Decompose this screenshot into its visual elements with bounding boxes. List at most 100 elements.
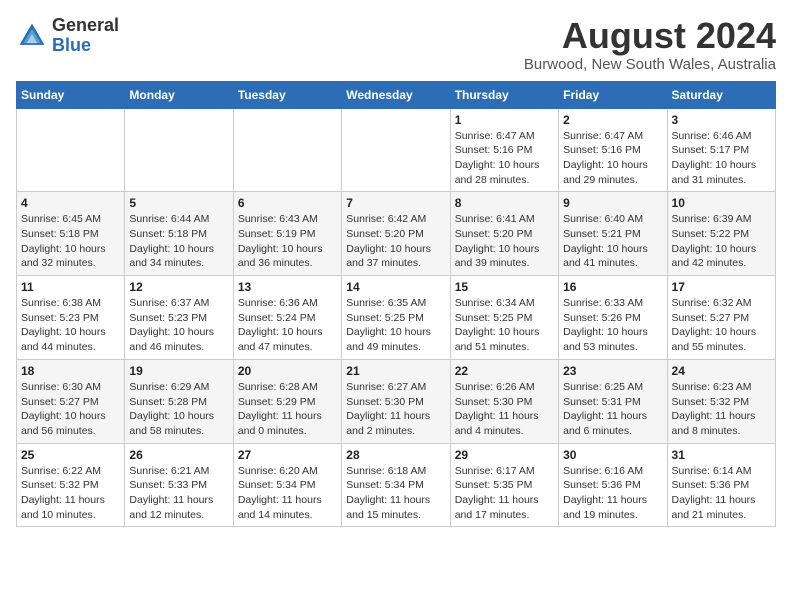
day-number: 7 [346,196,445,210]
day-number: 2 [563,113,662,127]
calendar-cell [342,108,450,192]
calendar-cell: 22 Sunrise: 6:26 AM Sunset: 5:30 PM Dayli… [450,359,558,443]
day-number: 10 [672,196,771,210]
calendar-week-3: 11 Sunrise: 6:38 AM Sunset: 5:23 PM Dayli… [17,276,776,360]
calendar-cell: 8 Sunrise: 6:41 AM Sunset: 5:20 PM Daylig… [450,192,558,276]
calendar-table: SundayMondayTuesdayWednesdayThursdayFrid… [16,81,776,528]
calendar-cell: 9Sunrise: 6:40 AM Sunset: 5:21 PM Daylig… [559,192,667,276]
day-info: Sunrise: 6:16 AM Sunset: 5:36 PM Dayligh… [563,464,662,523]
day-number: 29 [455,448,554,462]
day-info: Sunrise: 6:46 AM Sunset: 5:17 PM Dayligh… [672,129,771,188]
day-info: Sunrise: 6:21 AM Sunset: 5:33 PM Dayligh… [129,464,228,523]
weekday-header-monday: Monday [125,81,233,108]
day-number: 25 [21,448,120,462]
calendar-cell: 30 Sunrise: 6:16 AM Sunset: 5:36 PM Dayli… [559,443,667,527]
day-number: 11 [21,280,120,294]
calendar-cell: 1 Sunrise: 6:47 AM Sunset: 5:16 PM Daylig… [450,108,558,192]
day-number: 21 [346,364,445,378]
day-number: 31 [672,448,771,462]
calendar-cell [17,108,125,192]
day-info: Sunrise: 6:41 AM Sunset: 5:20 PM Dayligh… [455,212,554,271]
month-year: August 2024 [524,16,776,56]
day-number: 17 [672,280,771,294]
calendar-cell: 10 Sunrise: 6:39 AM Sunset: 5:22 PM Dayli… [667,192,775,276]
calendar-cell: 20 Sunrise: 6:28 AM Sunset: 5:29 PM Dayli… [233,359,341,443]
day-info: Sunrise: 6:22 AM Sunset: 5:32 PM Dayligh… [21,464,120,523]
day-number: 22 [455,364,554,378]
calendar-cell: 31Sunrise: 6:14 AM Sunset: 5:36 PM Dayli… [667,443,775,527]
day-info: Sunrise: 6:36 AM Sunset: 5:24 PM Dayligh… [238,296,337,355]
weekday-header-thursday: Thursday [450,81,558,108]
calendar-cell: 7Sunrise: 6:42 AM Sunset: 5:20 PM Daylig… [342,192,450,276]
day-number: 16 [563,280,662,294]
calendar-cell: 5Sunrise: 6:44 AM Sunset: 5:18 PM Daylig… [125,192,233,276]
calendar-cell: 18 Sunrise: 6:30 AM Sunset: 5:27 PM Dayli… [17,359,125,443]
calendar-cell: 19 Sunrise: 6:29 AM Sunset: 5:28 PM Dayli… [125,359,233,443]
day-number: 19 [129,364,228,378]
day-number: 28 [346,448,445,462]
day-number: 30 [563,448,662,462]
day-number: 8 [455,196,554,210]
calendar-cell: 28 Sunrise: 6:18 AM Sunset: 5:34 PM Dayli… [342,443,450,527]
calendar-cell: 2 Sunrise: 6:47 AM Sunset: 5:16 PM Daylig… [559,108,667,192]
day-info: Sunrise: 6:25 AM Sunset: 5:31 PM Dayligh… [563,380,662,439]
day-number: 13 [238,280,337,294]
day-info: Sunrise: 6:30 AM Sunset: 5:27 PM Dayligh… [21,380,120,439]
calendar-cell: 12Sunrise: 6:37 AM Sunset: 5:23 PM Dayli… [125,276,233,360]
day-info: Sunrise: 6:37 AM Sunset: 5:23 PM Dayligh… [129,296,228,355]
weekday-header-row: SundayMondayTuesdayWednesdayThursdayFrid… [17,81,776,108]
day-number: 20 [238,364,337,378]
calendar-cell: 3 Sunrise: 6:46 AM Sunset: 5:17 PM Daylig… [667,108,775,192]
location: Burwood, New South Wales, Australia [524,56,776,73]
calendar-cell: 26 Sunrise: 6:21 AM Sunset: 5:33 PM Dayli… [125,443,233,527]
day-info: Sunrise: 6:35 AM Sunset: 5:25 PM Dayligh… [346,296,445,355]
day-number: 1 [455,113,554,127]
title-block: August 2024 Burwood, New South Wales, Au… [524,16,776,73]
day-info: Sunrise: 6:18 AM Sunset: 5:34 PM Dayligh… [346,464,445,523]
day-number: 6 [238,196,337,210]
calendar-cell: 17Sunrise: 6:32 AM Sunset: 5:27 PM Dayli… [667,276,775,360]
day-info: Sunrise: 6:26 AM Sunset: 5:30 PM Dayligh… [455,380,554,439]
calendar-cell: 27 Sunrise: 6:20 AM Sunset: 5:34 PM Dayli… [233,443,341,527]
day-number: 3 [672,113,771,127]
day-number: 4 [21,196,120,210]
day-info: Sunrise: 6:23 AM Sunset: 5:32 PM Dayligh… [672,380,771,439]
calendar-cell: 4Sunrise: 6:45 AM Sunset: 5:18 PM Daylig… [17,192,125,276]
day-info: Sunrise: 6:47 AM Sunset: 5:16 PM Dayligh… [563,129,662,188]
calendar-cell: 21 Sunrise: 6:27 AM Sunset: 5:30 PM Dayli… [342,359,450,443]
weekday-header-sunday: Sunday [17,81,125,108]
logo-text: General Blue [52,16,119,56]
day-number: 5 [129,196,228,210]
weekday-header-wednesday: Wednesday [342,81,450,108]
day-info: Sunrise: 6:38 AM Sunset: 5:23 PM Dayligh… [21,296,120,355]
day-number: 26 [129,448,228,462]
calendar-cell [233,108,341,192]
calendar-week-2: 4Sunrise: 6:45 AM Sunset: 5:18 PM Daylig… [17,192,776,276]
day-info: Sunrise: 6:20 AM Sunset: 5:34 PM Dayligh… [238,464,337,523]
day-number: 27 [238,448,337,462]
day-info: Sunrise: 6:34 AM Sunset: 5:25 PM Dayligh… [455,296,554,355]
calendar-cell: 23 Sunrise: 6:25 AM Sunset: 5:31 PM Dayli… [559,359,667,443]
day-info: Sunrise: 6:28 AM Sunset: 5:29 PM Dayligh… [238,380,337,439]
calendar-cell [125,108,233,192]
day-number: 18 [21,364,120,378]
calendar-week-5: 25 Sunrise: 6:22 AM Sunset: 5:32 PM Dayli… [17,443,776,527]
day-info: Sunrise: 6:47 AM Sunset: 5:16 PM Dayligh… [455,129,554,188]
day-info: Sunrise: 6:29 AM Sunset: 5:28 PM Dayligh… [129,380,228,439]
day-info: Sunrise: 6:40 AM Sunset: 5:21 PM Dayligh… [563,212,662,271]
page-header: General Blue August 2024 Burwood, New So… [16,16,776,73]
day-info: Sunrise: 6:39 AM Sunset: 5:22 PM Dayligh… [672,212,771,271]
day-info: Sunrise: 6:33 AM Sunset: 5:26 PM Dayligh… [563,296,662,355]
calendar-cell: 25 Sunrise: 6:22 AM Sunset: 5:32 PM Dayli… [17,443,125,527]
day-number: 14 [346,280,445,294]
day-info: Sunrise: 6:27 AM Sunset: 5:30 PM Dayligh… [346,380,445,439]
weekday-header-tuesday: Tuesday [233,81,341,108]
calendar-cell: 14 Sunrise: 6:35 AM Sunset: 5:25 PM Dayli… [342,276,450,360]
day-number: 24 [672,364,771,378]
calendar-week-1: 1 Sunrise: 6:47 AM Sunset: 5:16 PM Daylig… [17,108,776,192]
calendar-cell: 11 Sunrise: 6:38 AM Sunset: 5:23 PM Dayli… [17,276,125,360]
calendar-cell: 6 Sunrise: 6:43 AM Sunset: 5:19 PM Daylig… [233,192,341,276]
day-number: 23 [563,364,662,378]
day-info: Sunrise: 6:43 AM Sunset: 5:19 PM Dayligh… [238,212,337,271]
logo-icon [16,20,48,52]
